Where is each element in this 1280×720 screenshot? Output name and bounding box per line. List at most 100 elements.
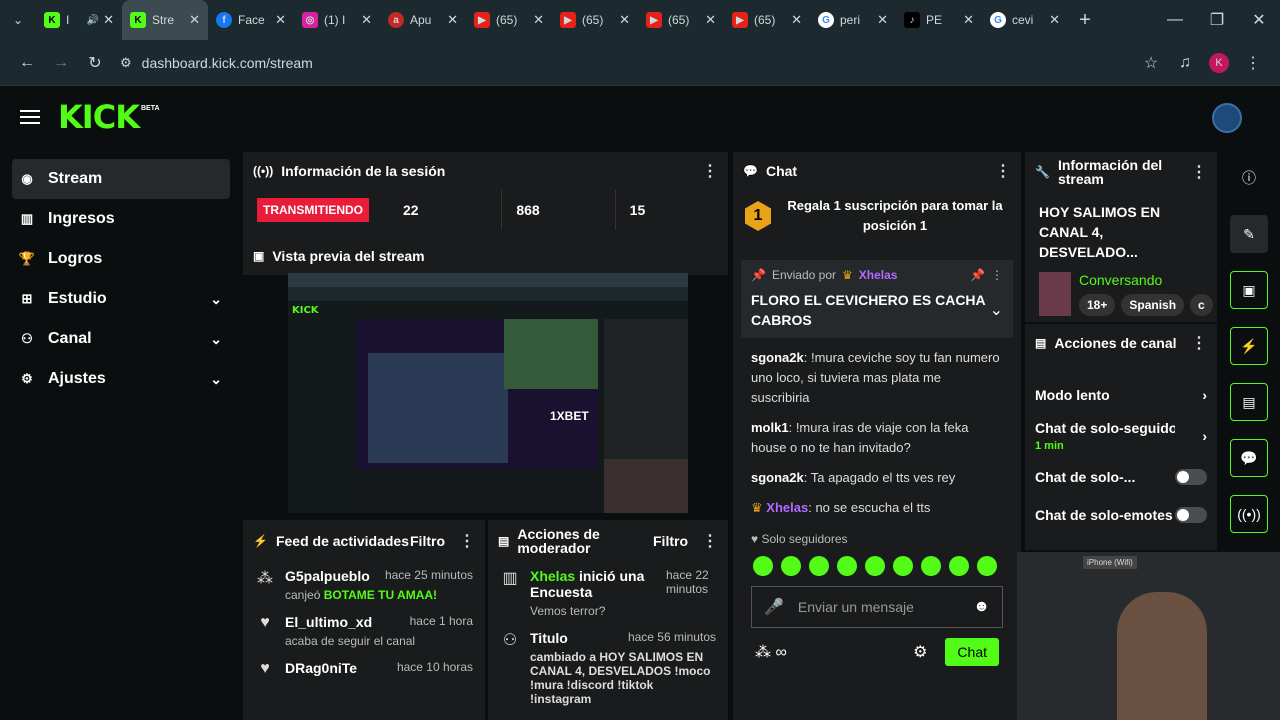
emotes-only-toggle[interactable] xyxy=(1175,507,1207,523)
bookmark-star-icon[interactable]: ☆ xyxy=(1134,46,1168,80)
send-chat-button[interactable]: Chat xyxy=(945,638,999,666)
feed-filter-button[interactable]: Filtro xyxy=(410,533,445,549)
close-tab-icon[interactable]: ✕ xyxy=(447,12,458,28)
pin-toggle-icon[interactable]: 📌 xyxy=(970,268,985,282)
microphone-icon[interactable]: 🎤 xyxy=(764,597,784,617)
mod-filter-button[interactable]: Filtro xyxy=(653,533,688,549)
emote[interactable] xyxy=(837,556,857,576)
browser-tab[interactable]: ◎ (1) I ✕ xyxy=(294,0,380,40)
edit-icon[interactable]: ✎ xyxy=(1230,215,1268,253)
close-tab-icon[interactable]: ✕ xyxy=(791,12,802,28)
close-tab-icon[interactable]: ✕ xyxy=(275,12,286,28)
browser-tab[interactable]: Gperi ✕ xyxy=(810,0,896,40)
sidebar-item-ajustes[interactable]: ⚙ Ajustes ⌄ xyxy=(12,359,230,399)
app-header: KICK BETA xyxy=(0,87,1280,147)
sidebar-item-estudio[interactable]: ⊞ Estudio ⌄ xyxy=(12,279,230,319)
session-panel: ((•)) Información de la sesión ⋮ TRANSMITI… xyxy=(243,152,728,242)
preview-header: ▣ Vista previa del stream xyxy=(243,237,728,275)
close-tab-icon[interactable]: ✕ xyxy=(1049,12,1060,28)
browser-tab[interactable]: ▶ (65) ✕ xyxy=(466,0,552,40)
notes-icon[interactable]: ▤ xyxy=(1230,383,1268,421)
close-tab-icon[interactable]: ✕ xyxy=(705,12,716,28)
minimize-window-icon[interactable]: — xyxy=(1154,3,1196,37)
lightning-icon[interactable]: ⚡ xyxy=(1230,327,1268,365)
sidebar-item-canal[interactable]: ⚇ Canal ⌄ xyxy=(12,319,230,359)
browser-tab[interactable]: ♪ PE ✕ xyxy=(896,0,982,40)
sidebar-item-ingresos[interactable]: ▥ Ingresos xyxy=(12,199,230,239)
sidebar-item-logros[interactable]: 🏆 Logros xyxy=(12,239,230,279)
chevron-down-icon[interactable]: ⌄ xyxy=(990,300,1003,320)
close-window-icon[interactable]: ✕ xyxy=(1238,3,1280,37)
close-tab-icon[interactable]: ✕ xyxy=(533,12,544,28)
more-options-icon[interactable]: ⋮ xyxy=(702,161,718,181)
more-options-icon[interactable]: ⋮ xyxy=(1191,333,1207,353)
close-tab-icon[interactable]: ✕ xyxy=(361,12,372,28)
browser-tab-active[interactable]: K Stre ✕ xyxy=(122,0,208,40)
more-options-icon[interactable]: ⋮ xyxy=(1191,162,1207,182)
close-tab-icon[interactable]: ✕ xyxy=(877,12,888,28)
more-options-icon[interactable]: ⋮ xyxy=(991,268,1003,282)
chat-bubble-icon[interactable]: 💬 xyxy=(1230,439,1268,477)
browser-tab[interactable]: ▶ (65) ✕ xyxy=(638,0,724,40)
followers-only-row[interactable]: Chat de solo-seguidores1 min› xyxy=(1025,414,1217,458)
kick-logo[interactable]: KICK xyxy=(58,98,140,136)
address-bar[interactable]: ⚙ dashboard.kick.com/stream xyxy=(112,46,1134,80)
emote[interactable] xyxy=(753,556,773,576)
info-icon[interactable]: ⓘ xyxy=(1230,159,1268,197)
restore-window-icon[interactable]: ❐ xyxy=(1196,3,1238,37)
google-icon: G xyxy=(818,12,834,28)
user-avatar[interactable] xyxy=(1212,103,1242,133)
new-tab-button[interactable]: + xyxy=(1068,3,1102,37)
emote[interactable] xyxy=(781,556,801,576)
stream-preview-video[interactable]: KICK 1XBET xyxy=(288,273,688,513)
followers-only-notice: ♥ Solo seguidores xyxy=(751,532,848,546)
more-options-icon[interactable]: ⋮ xyxy=(702,531,718,551)
kick-icon: K xyxy=(44,12,60,28)
more-options-icon[interactable]: ⋮ xyxy=(459,531,475,551)
browser-tab[interactable]: ▶ (65) ✕ xyxy=(724,0,810,40)
chat-settings-icon[interactable]: ⚙ xyxy=(913,642,927,662)
emote[interactable] xyxy=(949,556,969,576)
close-tab-icon[interactable]: ✕ xyxy=(619,12,630,28)
emote[interactable] xyxy=(809,556,829,576)
tag[interactable]: 18+ xyxy=(1079,294,1116,316)
channel-actions-header: ▤ Acciones de canal ⋮ xyxy=(1035,333,1207,353)
emoji-icon[interactable]: ☻ xyxy=(973,598,990,616)
emote[interactable] xyxy=(921,556,941,576)
kick-icon: K xyxy=(130,12,146,28)
tag[interactable]: Spanish xyxy=(1121,294,1185,316)
forward-icon[interactable]: → xyxy=(44,46,78,80)
chat-input[interactable]: 🎤 Enviar un mensaje ☻ xyxy=(751,586,1003,628)
browser-tab[interactable]: a Apu ✕ xyxy=(380,0,466,40)
sidebar-item-stream[interactable]: ◉ Stream xyxy=(12,159,230,199)
screen-icon[interactable]: ▣ xyxy=(1230,271,1268,309)
back-icon[interactable]: ← xyxy=(10,46,44,80)
reload-icon[interactable]: ↻ xyxy=(78,46,112,80)
sub-gift-banner[interactable]: 1 Regala 1 suscripción para tomar la pos… xyxy=(733,190,1021,242)
browser-tab[interactable]: f Face ✕ xyxy=(208,0,294,40)
tab-search-icon[interactable]: ⌄ xyxy=(0,3,36,37)
browser-tab[interactable]: K I 🔊 ✕ xyxy=(36,0,122,40)
hamburger-menu-icon[interactable] xyxy=(20,110,40,124)
close-tab-icon[interactable]: ✕ xyxy=(103,12,114,28)
tag[interactable]: c xyxy=(1190,294,1213,316)
browser-menu-icon[interactable]: ⋮ xyxy=(1236,46,1270,80)
subs-only-toggle[interactable] xyxy=(1175,469,1207,485)
profile-avatar[interactable]: K xyxy=(1202,46,1236,80)
close-tab-icon[interactable]: ✕ xyxy=(189,12,200,28)
points-icon[interactable]: ⁂ ∞ xyxy=(755,642,787,662)
actions-icon: ▤ xyxy=(1035,336,1047,350)
emote[interactable] xyxy=(893,556,913,576)
preview-icon: ▣ xyxy=(253,249,265,263)
browser-tab[interactable]: Gcevi ✕ xyxy=(982,0,1068,40)
browser-tab[interactable]: ▶ (65) ✕ xyxy=(552,0,638,40)
more-options-icon[interactable]: ⋮ xyxy=(995,161,1011,181)
slow-mode-row[interactable]: Modo lento › xyxy=(1025,376,1217,414)
speaker-icon: 🔊 xyxy=(86,14,100,26)
broadcast-icon[interactable]: ((•)) xyxy=(1230,495,1268,533)
site-info-icon[interactable]: ⚙ xyxy=(120,55,132,71)
emote[interactable] xyxy=(977,556,997,576)
close-tab-icon[interactable]: ✕ xyxy=(963,12,974,28)
emote[interactable] xyxy=(865,556,885,576)
media-control-icon[interactable]: ♫ xyxy=(1168,46,1202,80)
